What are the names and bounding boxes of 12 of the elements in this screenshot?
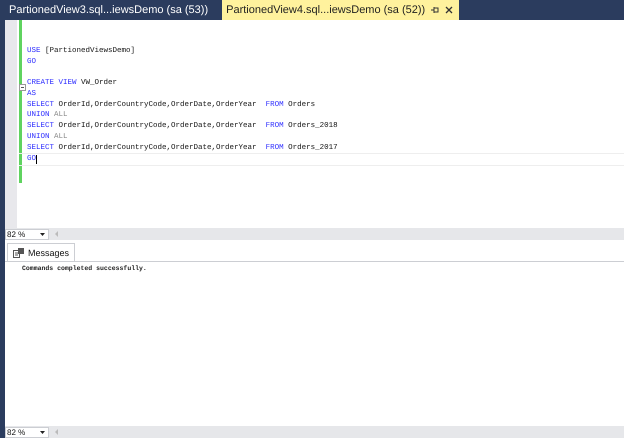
document-tab[interactable]: PartionedView3.sql...iewsDemo (sa (53)) <box>5 0 214 20</box>
collapse-icon[interactable] <box>19 84 26 92</box>
zoom-dropdown[interactable]: 82 % <box>5 426 49 438</box>
caret-icon <box>40 430 45 434</box>
caret-icon <box>40 232 45 236</box>
text-caret <box>36 154 38 164</box>
document-tab[interactable]: PartionedView4.sql...iewsDemo (sa (52)) <box>222 0 460 20</box>
messages-icon <box>13 248 24 258</box>
zoom-dropdown[interactable]: 82 % <box>5 228 49 240</box>
close-icon[interactable] <box>445 6 454 14</box>
pin-icon[interactable] <box>431 6 440 14</box>
messages-tab[interactable]: Messages <box>7 243 76 261</box>
